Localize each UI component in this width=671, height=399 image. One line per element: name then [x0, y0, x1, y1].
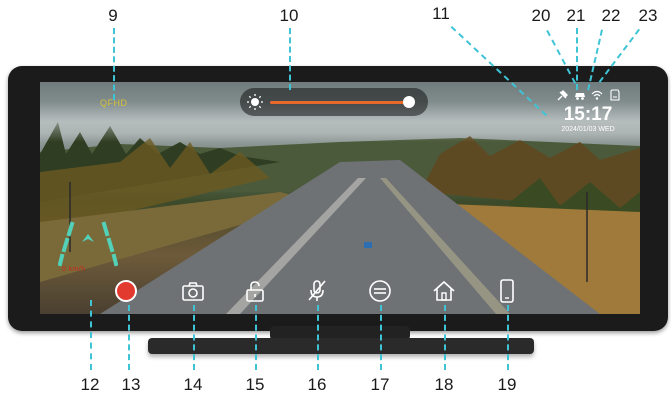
callout-15: 15 — [245, 375, 265, 394]
camera-icon — [182, 282, 204, 301]
record-button[interactable] — [111, 276, 141, 306]
leader-12 — [90, 300, 92, 370]
leader-21 — [576, 28, 578, 90]
sd-card-icon — [608, 88, 622, 102]
phone-button[interactable] — [492, 276, 522, 306]
callout-19: 19 — [497, 375, 517, 394]
lock-button[interactable] — [240, 276, 270, 306]
brightness-slider-knob[interactable] — [402, 96, 415, 108]
leader-16 — [317, 305, 319, 370]
callout-18: 18 — [434, 375, 454, 394]
phone-icon — [500, 279, 514, 303]
callout-20: 20 — [531, 6, 551, 25]
stand-base — [148, 338, 534, 354]
adas-button[interactable] — [365, 276, 395, 306]
home-icon — [433, 280, 455, 301]
home-button[interactable] — [429, 276, 459, 306]
callout-14: 14 — [183, 375, 203, 394]
leader-13 — [128, 305, 130, 370]
callout-21: 21 — [566, 6, 586, 25]
brightness-sun-icon — [247, 94, 263, 110]
brightness-slider-track[interactable] — [270, 101, 409, 104]
callout-16: 16 — [307, 375, 327, 394]
callout-17: 17 — [370, 375, 390, 394]
callout-23: 23 — [638, 6, 658, 25]
date: 2024/01/03 WED — [561, 126, 615, 133]
bottom-control-bar — [40, 272, 640, 312]
status-icons — [556, 88, 626, 102]
adas-icon — [369, 280, 391, 302]
leader-17 — [380, 305, 382, 370]
callout-22: 22 — [601, 6, 621, 25]
parking-guide-lines-icon — [58, 221, 118, 267]
clock: 15:17 — [563, 104, 613, 125]
leader-9 — [113, 28, 115, 100]
callout-10: 10 — [279, 6, 299, 25]
car-icon — [573, 88, 587, 102]
callout-12: 12 — [80, 375, 100, 394]
mute-mic-button[interactable] — [302, 276, 332, 306]
callout-11: 11 — [432, 4, 450, 23]
unlock-icon — [246, 281, 264, 302]
callout-13: 13 — [121, 375, 141, 394]
camera-button[interactable] — [178, 276, 208, 306]
leader-14 — [193, 305, 195, 370]
leader-10 — [289, 28, 291, 90]
device-screen: QFHD 15:17 2024/01/03 WED 0 km/h — [40, 82, 640, 314]
brightness-control[interactable] — [240, 88, 428, 116]
satellite-icon — [556, 88, 570, 102]
callout-9: 9 — [108, 6, 118, 25]
figure: QFHD 15:17 2024/01/03 WED 0 km/h 9 10 11… — [0, 0, 671, 399]
leader-15 — [255, 305, 257, 370]
leader-19 — [507, 305, 509, 370]
leader-18 — [444, 305, 446, 370]
mic-off-icon — [308, 280, 326, 301]
wifi-icon — [590, 88, 604, 102]
